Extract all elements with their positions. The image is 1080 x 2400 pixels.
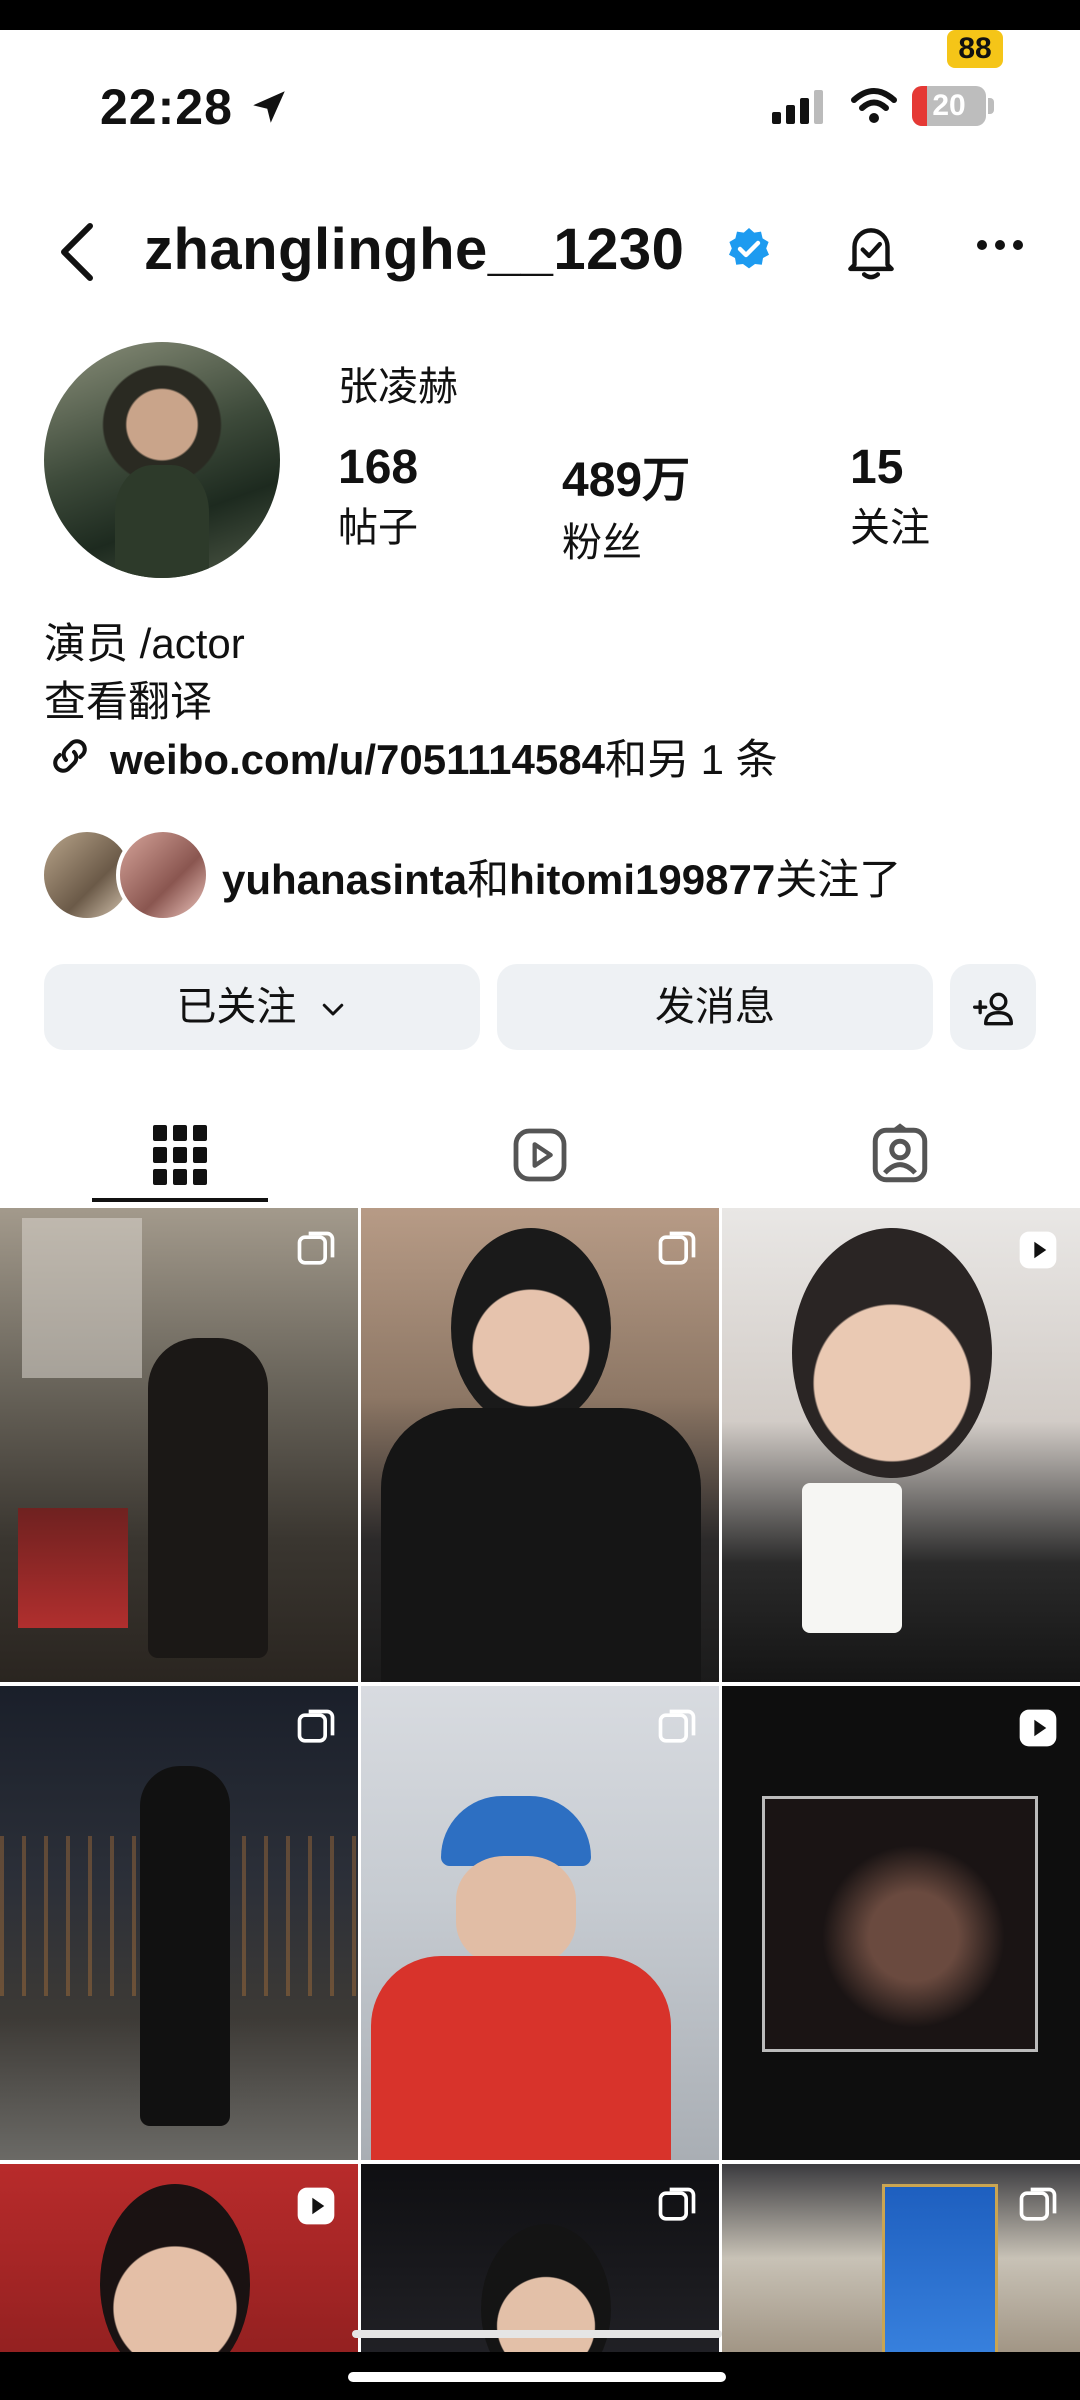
mutual-and: 和	[467, 856, 510, 903]
message-button[interactable]: 发消息	[497, 964, 933, 1050]
display-name: 张凌赫	[338, 365, 458, 409]
wifi-icon	[851, 88, 897, 123]
tagged-icon	[872, 1123, 928, 1183]
mutual-suffix: 关注了	[775, 856, 902, 903]
chevron-down-icon	[322, 1004, 343, 1016]
post-thumbnail[interactable]	[722, 1686, 1080, 2160]
stat-following-label: 关注	[850, 506, 930, 550]
battery-text: 20	[932, 89, 966, 122]
see-translation-link[interactable]: 查看翻译	[44, 668, 212, 729]
link-icon	[53, 739, 87, 773]
external-link-more: 和另 1 条	[604, 736, 778, 783]
carousel-icon	[658, 1231, 696, 1265]
carousel-icon	[297, 1709, 335, 1743]
post-thumbnail[interactable]	[0, 1208, 358, 1682]
battery-indicator: 20	[912, 86, 986, 126]
stat-posts[interactable]: 168 帖子	[338, 440, 418, 553]
following-button-label: 已关注	[176, 985, 297, 1029]
reel-icon	[1019, 1231, 1057, 1269]
carousel-icon	[1019, 2187, 1057, 2221]
mutual-follower-avatar[interactable]	[116, 828, 210, 922]
stat-followers-value: 489万	[562, 454, 691, 507]
red-jacket-shape	[371, 1956, 671, 2160]
profile-avatar[interactable]	[44, 342, 280, 578]
face-shape	[456, 1856, 576, 1966]
location-arrow-icon	[253, 91, 285, 123]
cup-shape	[802, 1483, 902, 1633]
external-link-url: weibo.com/u/7051114584	[110, 736, 605, 783]
face-shape	[451, 1228, 611, 1428]
figure-shape	[148, 1338, 268, 1658]
tab-reels[interactable]	[360, 1110, 720, 1200]
post-thumbnail[interactable]	[0, 1686, 358, 2160]
suggest-users-button[interactable]	[950, 964, 1036, 1050]
face-shape	[792, 1228, 992, 1478]
scroll-indicator	[352, 2330, 722, 2338]
notification-badge: 88	[947, 30, 1003, 68]
mutual-user-2: hitomi199877	[509, 856, 776, 903]
window-shape	[22, 1218, 142, 1378]
carousel-icon	[658, 2187, 696, 2221]
notification-bell-button[interactable]	[838, 218, 904, 284]
battery-cap	[988, 98, 994, 114]
tab-posts-grid[interactable]	[0, 1110, 360, 1200]
status-time: 22:28	[100, 79, 233, 135]
cellular-signal-icon	[772, 90, 823, 124]
mutual-followers-text[interactable]: yuhanasinta和hitomi199877关注了	[222, 846, 901, 907]
add-user-icon	[973, 993, 1013, 1026]
stat-posts-label: 帖子	[338, 506, 418, 550]
home-indicator[interactable]	[348, 2372, 726, 2382]
tab-tagged[interactable]	[720, 1110, 1080, 1200]
status-bar-top-edge	[0, 0, 1080, 30]
post-thumbnail[interactable]	[361, 1208, 719, 1682]
more-options-button[interactable]	[975, 238, 1025, 252]
grid-icon	[153, 1125, 207, 1185]
stat-followers-label: 粉丝	[562, 521, 642, 565]
profile-username: zhanglinghe__1230	[144, 217, 685, 282]
reels-icon	[513, 1128, 567, 1182]
reel-icon	[297, 2187, 335, 2225]
active-tab-indicator	[92, 1198, 268, 1202]
post-thumbnail[interactable]	[361, 1686, 719, 2160]
red-light-shape	[18, 1508, 128, 1628]
carousel-icon	[297, 1231, 335, 1265]
stat-followers[interactable]: 489万 粉丝	[562, 440, 690, 568]
following-button[interactable]: 已关注	[44, 964, 480, 1050]
post-thumbnail[interactable]	[722, 1208, 1080, 1682]
carousel-icon	[658, 1709, 696, 1743]
stat-following-value: 15	[850, 441, 904, 494]
back-button[interactable]	[50, 220, 110, 284]
verified-badge-icon	[729, 228, 769, 269]
reel-icon	[1019, 1709, 1057, 1747]
figure-shape	[140, 1766, 230, 2126]
external-link[interactable]: weibo.com/u/7051114584和另 1 条	[110, 726, 778, 787]
stat-following[interactable]: 15 关注	[850, 440, 930, 553]
monitor-frame-shape	[762, 1796, 1038, 2052]
stat-posts-value: 168	[338, 441, 419, 494]
message-button-label: 发消息	[655, 985, 775, 1029]
mutual-user-1: yuhanasinta	[222, 856, 468, 903]
bio-text: 演员 /actor	[44, 620, 245, 667]
jacket-shape	[381, 1408, 701, 1682]
